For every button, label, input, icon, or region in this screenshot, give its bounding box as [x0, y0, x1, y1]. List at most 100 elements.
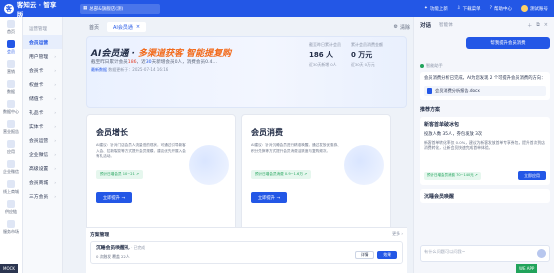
app-logo[interactable]: 客 客知云 · 智享版 [0, 0, 62, 19]
nav-mall[interactable]: 线上商城 [0, 177, 22, 197]
logo-mark-icon: 客 [4, 3, 14, 14]
submenu-item-advanced[interactable]: 高级设置 › [23, 161, 62, 175]
expand-icon[interactable]: ⧉ [536, 22, 540, 29]
assistant-header-actions: ＋ ⧉ × [527, 22, 548, 29]
apply-plan-button[interactable]: 立即应用 [518, 171, 546, 180]
hero-summary: 截至昨日累计会员186，近30天新增会员0人，消费会员0.4… [91, 60, 217, 65]
chevron-right-icon: › [54, 109, 56, 115]
card-title: 会员增长 [96, 128, 128, 137]
close-icon[interactable]: × [136, 24, 140, 30]
download-link[interactable]: ⇩ 下载菜单 [457, 6, 481, 12]
page-tabs: 首页 AI会员通 × ⚙ 清除 [83, 21, 410, 33]
app-icon [7, 139, 15, 148]
submenu-title: 运营管理 [29, 27, 47, 32]
plan-more-link[interactable]: 更多 › [392, 231, 403, 237]
avatar [521, 5, 528, 12]
boost-spend-button[interactable]: 立即提升 → [251, 192, 287, 203]
logo-text: 客知云 · 智享版 [16, 0, 57, 19]
submenu-item-user-mgmt[interactable]: 用户管理 › [23, 49, 62, 63]
assistant-message: 会员消费分析已完成，AI为您发现 2 个可提升会员消费的方向： 会员消费分析报告… [420, 72, 550, 100]
hero-banner: AI会员通 · 多渠道获客 智能提复购 截至昨日累计会员186，近30天新增会员… [86, 36, 407, 108]
submenu-item-benefit-card[interactable]: 权益卡 › [23, 77, 62, 91]
submenu-item-member-ops-2[interactable]: 会员运营 › [23, 133, 62, 147]
plan-item-stats: 0 次触发 覆盖 22人 [96, 254, 130, 259]
chevron-right-icon: › [54, 53, 56, 59]
top-bar: 客 客知云 · 智享版 ▦ 总部&旗舰店(测) ✦ 功能上新 ⇩ 下载菜单 ? 帮助中… [0, 0, 554, 19]
recommendation-target: 投放人数 35人，券包发放 3次 [424, 132, 483, 137]
send-icon[interactable] [537, 249, 546, 258]
new-chat-icon[interactable]: ＋ [527, 22, 532, 29]
list-item: 沉睡会员唤醒礼 · 已完成 0 次触发 覆盖 22人 详情 效果 [90, 241, 403, 264]
boost-growth-button[interactable]: 立即提升 → [96, 192, 132, 203]
marketing-icon [7, 59, 15, 68]
plan-header: 方案管理 更多 › [86, 228, 407, 240]
tab-ai-member[interactable]: AI会员通 × [107, 22, 147, 32]
assistant-label: 智能助手 [420, 63, 550, 69]
recommendation-card-2[interactable]: 沉睡会员唤醒 [420, 189, 550, 203]
help-icon: ? [489, 6, 492, 11]
new-features-link[interactable]: ✦ 功能上新 [424, 6, 448, 12]
store-name: 总部&旗舰店(测) [89, 6, 124, 12]
nav-market[interactable]: 服务市场 [0, 217, 22, 237]
submenu-item-stored-card[interactable]: 储值卡 › [23, 91, 62, 105]
nav-report[interactable]: 营业报告 [0, 117, 22, 137]
member-icon [7, 39, 15, 48]
card-member-growth: 会员增长 AI建议：针对门店会员人流量低的现状，可通过引导新客入会、拉新裂变等方… [86, 114, 236, 243]
chart-icon [7, 99, 15, 108]
chevron-right-icon: › [54, 165, 56, 171]
nav-wechat[interactable]: 企业微信 [0, 157, 22, 177]
close-icon[interactable]: × [544, 22, 548, 29]
report-attachment[interactable]: 会员消费分析报告.docx [424, 86, 546, 96]
nav-app[interactable]: 应用 [0, 137, 22, 157]
plan-item-name: 沉睡会员唤醒礼 · 已完成 [96, 245, 146, 251]
plan-detail-button[interactable]: 详情 [354, 251, 375, 259]
submenu-item-member-ops[interactable]: 会员运营 [23, 35, 62, 49]
tab-home[interactable]: 首页 [83, 22, 105, 32]
card-description: AI建议：针对沉睡会员进行精准唤醒，通过发放优惠券、积分兑换等方式提升会员消费活… [251, 143, 341, 153]
home-icon [7, 19, 15, 28]
user-message: 帮我提升会员消费 [466, 37, 550, 49]
supply-icon [7, 199, 15, 208]
recommendation-footer: 预计日增会员消费 70~140元 ↗ 立即应用 [424, 171, 546, 180]
nav-data[interactable]: 数据 [0, 77, 22, 97]
download-icon: ⇩ [456, 6, 461, 11]
clear-tabs-button[interactable]: ⚙ 清除 [394, 24, 411, 31]
card-member-spend: 会员消费 AI建议：针对沉睡会员进行精准唤醒，通过发放优惠券、积分兑换等方式提升… [241, 114, 391, 243]
plan-management: 方案管理 更多 › 沉睡会员唤醒礼 · 已完成 0 次触发 覆盖 22人 详情 … [86, 227, 407, 273]
card-forecast-tag: 预计日增会员消费 0.9~1.6万 ↗ [251, 170, 312, 179]
plan-item-status: · 已完成 [131, 245, 146, 250]
submenu-item-member-mall[interactable]: 会员商城 › [23, 175, 62, 189]
chevron-right-icon: › [54, 179, 56, 185]
tab-chat[interactable]: 对话 [420, 21, 431, 29]
submenu-item-gift-card[interactable]: 礼品卡 › [23, 105, 62, 119]
chevron-right-icon: › [54, 193, 56, 199]
secondary-nav: 运营管理 会员运营 用户管理 › 会员卡 › 权益卡 › 储值卡 › 礼品卡 › 实体卡 ›… [23, 17, 63, 273]
nav-supply[interactable]: 供应链 [0, 197, 22, 217]
main-content: AI会员通 · 多渠道获客 智能提复购 截至昨日累计会员186，近30天新增会员… [83, 34, 410, 273]
recommendation-text: 新客首单转化率仅 0.0%，建议为新客发放首单专享券包，提升首次到店消费转化，让… [424, 140, 545, 151]
card-title: 会员消费 [251, 128, 283, 137]
assistant-avatar-icon [420, 64, 424, 68]
tab-agents[interactable]: 智能体 [439, 22, 453, 28]
submenu-item-physical-card[interactable]: 实体卡 › [23, 119, 62, 133]
market-icon [7, 219, 15, 228]
chevron-right-icon: › [54, 81, 56, 87]
nav-home[interactable]: 首页 [0, 17, 22, 37]
plan-effect-button[interactable]: 效果 [377, 251, 397, 259]
help-link[interactable]: ? 帮助中心 [490, 6, 512, 12]
data-icon [7, 79, 15, 88]
store-switcher[interactable]: ▦ 总部&旗舰店(测) [80, 3, 160, 14]
mock-badge: MOCK [0, 264, 19, 273]
submenu-item-third-party[interactable]: 三方会员 › [23, 189, 62, 203]
submenu-item-member-card[interactable]: 会员卡 › [23, 63, 62, 77]
store-icon: ▦ [83, 6, 88, 11]
chat-input-placeholder: 有什么问题可以问我~ [424, 249, 466, 254]
nav-marketing[interactable]: 营销 [0, 57, 22, 77]
submenu-item-wechat[interactable]: 企业微信 › [23, 147, 62, 161]
chat-input[interactable]: 有什么问题可以问我~ [420, 245, 550, 262]
nav-member[interactable]: 会员 [0, 37, 22, 57]
nav-data-center[interactable]: 数据中心 [0, 97, 22, 117]
account-menu[interactable]: 测试账号 [521, 5, 548, 12]
chevron-right-icon: › [54, 67, 56, 73]
recommendation-heading: 推荐方案 [420, 107, 441, 113]
